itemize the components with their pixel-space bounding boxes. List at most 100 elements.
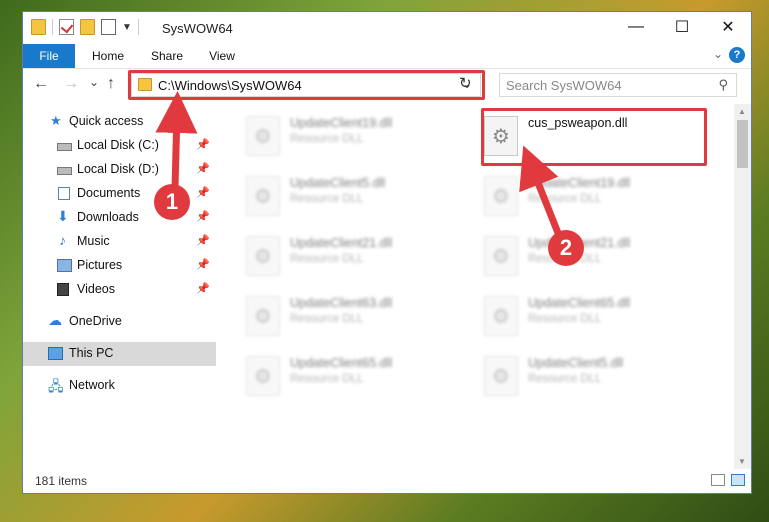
expand-ribbon-chevron-icon[interactable]: ⌄ [713, 47, 723, 61]
item-count: 181 items [35, 474, 88, 488]
file-name: UpdateClient65.dll [290, 356, 393, 370]
sidebar-item-videos[interactable]: Videos 📌 [23, 278, 216, 302]
file-item[interactable]: UpdateClient5.dll Resource DLL [218, 168, 443, 218]
dll-file-icon [246, 176, 280, 216]
drive-icon [57, 167, 72, 175]
minimize-button[interactable]: — [613, 12, 659, 42]
file-item[interactable]: UpdateClient19.dll Resource DLL [456, 168, 681, 218]
explorer-window: ▼ SysWOW64 — ☐ ✕ File Home Share View ⌄ … [22, 11, 752, 494]
navigation-pane: ★ Quick access Local Disk (C:) 📌 Local D… [23, 108, 216, 469]
file-item[interactable]: UpdateClient5.dll Resource DLL [456, 348, 681, 398]
sidebar-item-label: Music [77, 234, 110, 248]
search-input[interactable]: Search SysWOW64 [506, 78, 622, 93]
download-icon: ⬇ [57, 208, 69, 224]
file-name: UpdateClient21.dll [290, 236, 393, 250]
sidebar-item-label: Local Disk (C:) [77, 138, 159, 152]
file-type: Resource DLL [528, 193, 602, 205]
tab-view[interactable]: View [201, 44, 243, 68]
file-type: Resource DLL [290, 313, 364, 325]
scroll-up-icon[interactable]: ▲ [738, 107, 746, 116]
up-button[interactable]: ↑ [107, 75, 115, 93]
dll-file-icon [484, 356, 518, 396]
scrollbar-thumb[interactable] [737, 120, 748, 168]
sidebar-item-local-disk-c[interactable]: Local Disk (C:) 📌 [23, 134, 216, 158]
sidebar-item-onedrive[interactable]: ☁ OneDrive [23, 310, 216, 334]
file-type: Resource DLL [290, 373, 364, 385]
annotation-highlight-file [481, 108, 707, 166]
tab-file[interactable]: File [23, 44, 75, 68]
file-type: Resource DLL [290, 193, 364, 205]
file-type: Resource DLL [528, 313, 602, 325]
dll-file-icon [246, 236, 280, 276]
pictures-icon [57, 259, 72, 272]
tab-home[interactable]: Home [83, 44, 133, 68]
sidebar-item-this-pc[interactable]: This PC [23, 342, 216, 366]
dll-file-icon [246, 296, 280, 336]
folder-icon[interactable] [31, 19, 46, 35]
network-icon: 🖧 [48, 378, 64, 394]
separator [52, 19, 53, 35]
music-icon: ♪ [59, 232, 66, 248]
pin-icon[interactable]: 📌 [196, 210, 210, 223]
sidebar-item-label: OneDrive [69, 314, 122, 328]
sidebar-item-label: Videos [77, 282, 115, 296]
search-box[interactable]: Search SysWOW64 ⚲ [499, 73, 737, 97]
pin-icon[interactable]: 📌 [196, 186, 210, 199]
pin-icon[interactable]: 📌 [196, 258, 210, 271]
dll-file-icon [484, 296, 518, 336]
quick-access-toolbar: ▼ [31, 19, 139, 35]
star-icon: ★ [50, 113, 62, 128]
file-item[interactable]: UpdateClient63.dll Resource DLL [218, 288, 443, 338]
dll-file-icon [246, 116, 280, 156]
annotation-highlight-address [128, 70, 485, 100]
tab-share[interactable]: Share [143, 44, 191, 68]
file-type: Resource DLL [290, 133, 364, 145]
sidebar-item-quick-access[interactable]: ★ Quick access [23, 110, 216, 134]
sidebar-item-pictures[interactable]: Pictures 📌 [23, 254, 216, 278]
file-name: UpdateClient63.dll [290, 296, 393, 310]
customize-toolbar-chevron-icon[interactable]: ▼ [122, 22, 132, 33]
properties-icon[interactable] [101, 19, 116, 35]
sidebar-item-label: Network [69, 378, 115, 392]
back-button[interactable]: ← [33, 75, 49, 93]
sidebar-item-label: Pictures [77, 258, 123, 272]
ribbon-tabs: File Home Share View ⌄ ? [23, 44, 751, 69]
properties-check-icon[interactable] [59, 19, 74, 35]
forward-button[interactable]: → [63, 75, 79, 93]
sidebar-item-local-disk-d[interactable]: Local Disk (D:) 📌 [23, 158, 216, 182]
computer-icon [48, 347, 63, 360]
sidebar-item-network[interactable]: 🖧 Network [23, 374, 216, 398]
pin-icon[interactable]: 📌 [196, 162, 210, 175]
cloud-icon: ☁ [48, 312, 62, 328]
sidebar-item-music[interactable]: ♪ Music 📌 [23, 230, 216, 254]
pin-icon[interactable]: 📌 [196, 234, 210, 247]
sidebar-item-label: Documents [77, 186, 141, 200]
tiles-view-icon[interactable] [731, 474, 745, 486]
dll-file-icon [484, 236, 518, 276]
file-name: UpdateClient5.dll [290, 176, 386, 190]
documents-icon [58, 187, 70, 200]
file-item[interactable]: UpdateClient21.dll Resource DLL [218, 228, 443, 278]
view-switcher [711, 474, 745, 486]
pin-icon[interactable]: 📌 [196, 282, 210, 295]
scroll-down-icon[interactable]: ▼ [738, 457, 746, 466]
pin-icon[interactable]: 📌 [196, 138, 210, 151]
help-icon[interactable]: ? [729, 47, 745, 63]
status-bar: 181 items [23, 469, 751, 493]
details-view-icon[interactable] [711, 474, 725, 486]
search-icon[interactable]: ⚲ [718, 77, 728, 93]
file-item[interactable]: UpdateClient19.dll Resource DLL [218, 108, 443, 158]
file-name: UpdateClient65.dll [528, 296, 631, 310]
separator [137, 19, 139, 35]
dll-file-icon [246, 356, 280, 396]
maximize-button[interactable]: ☐ [659, 12, 705, 42]
file-item[interactable]: UpdateClient65.dll Resource DLL [218, 348, 443, 398]
file-type: Resource DLL [290, 253, 364, 265]
dll-file-icon [484, 176, 518, 216]
vertical-scrollbar[interactable]: ▲ ▼ [734, 104, 751, 469]
file-type: Resource DLL [528, 373, 602, 385]
recent-locations-chevron-icon[interactable]: ⌄ [89, 75, 99, 89]
file-item[interactable]: UpdateClient65.dll Resource DLL [456, 288, 681, 338]
close-button[interactable]: ✕ [705, 12, 751, 42]
new-folder-icon[interactable] [80, 19, 95, 35]
